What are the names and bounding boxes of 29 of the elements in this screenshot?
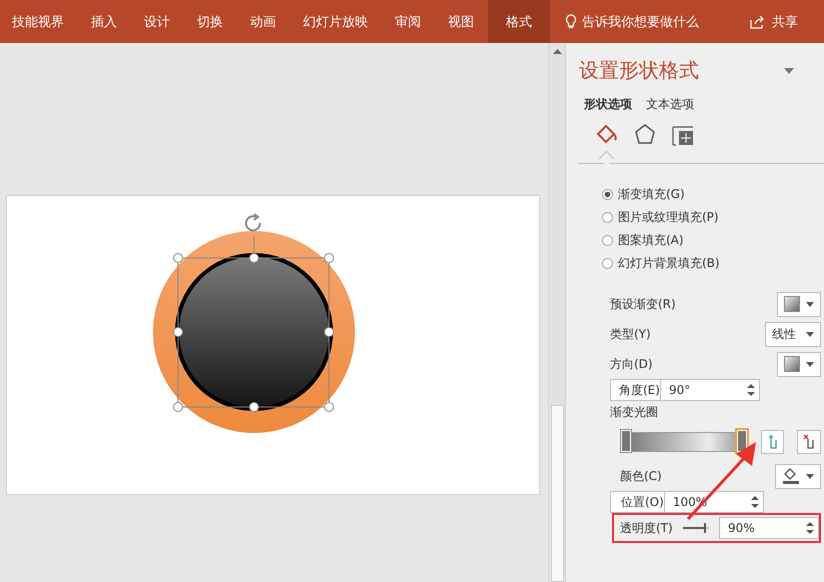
- field-label: 角度(E): [619, 382, 660, 398]
- ribbon-tab[interactable]: 技能视界: [0, 0, 77, 43]
- spin-field[interactable]: 90°: [660, 379, 760, 401]
- field-label: 预设渐变(R): [610, 296, 677, 312]
- ribbon-tab[interactable]: 插入: [78, 0, 130, 43]
- radio-label: 图案填充(A): [618, 232, 684, 249]
- panel-title: 设置形状格式: [579, 57, 699, 84]
- option-tab[interactable]: 形状选项: [584, 96, 632, 113]
- ribbon-tab[interactable]: 视图: [435, 0, 487, 43]
- field-label: 方向(D): [610, 356, 654, 372]
- spin-field[interactable]: 90%: [719, 517, 819, 539]
- field-label: 渐变光圈: [610, 404, 659, 420]
- tell-me-search[interactable]: 告诉我你想要做什么: [582, 12, 699, 30]
- field-label: 透明度(T): [620, 520, 674, 536]
- radio-label: 渐变填充(G): [618, 186, 685, 203]
- option-tab[interactable]: 文本选项: [646, 96, 694, 113]
- radio-label: 图片或纹理填充(P): [618, 209, 719, 226]
- field-label: 位置(O): [621, 494, 664, 510]
- ribbon-tab[interactable]: 切换: [184, 0, 236, 43]
- field-label: 类型(Y): [610, 326, 652, 342]
- share-button[interactable]: 共享: [744, 0, 804, 43]
- ribbon-tab[interactable]: 审阅: [382, 0, 434, 43]
- type-dropdown[interactable]: 线性: [765, 322, 821, 346]
- ribbon-tab[interactable]: 动画: [237, 0, 289, 43]
- ribbon-tab[interactable]: 设计: [131, 0, 183, 43]
- field-label: 颜色(C): [620, 468, 663, 484]
- radio-label: 幻灯片背景填充(B): [618, 255, 720, 272]
- ribbon-tab[interactable]: 幻灯片放映: [290, 0, 381, 43]
- ribbon-tab[interactable]: 格式: [488, 0, 550, 43]
